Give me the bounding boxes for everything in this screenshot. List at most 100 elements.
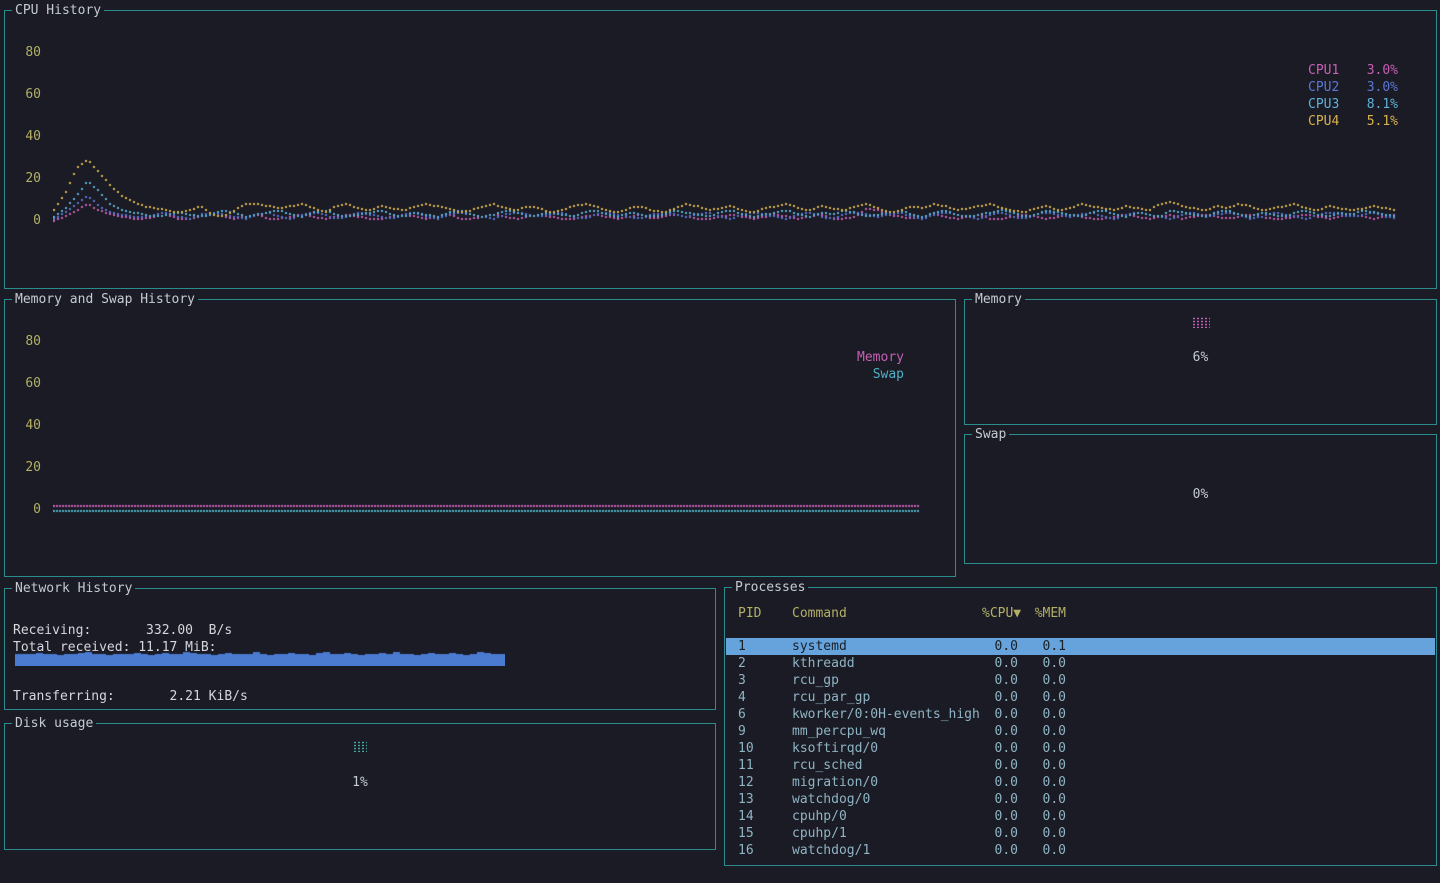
memory-swap-history-chart bbox=[53, 306, 920, 516]
legend-label: CPU4 bbox=[1308, 113, 1339, 130]
legend-memory: Memory bbox=[814, 349, 904, 366]
process-command: cpuhp/1 bbox=[792, 825, 982, 842]
disk-usage-percent: 1% bbox=[5, 774, 715, 791]
process-row[interactable]: 10ksoftirqd/00.00.0 bbox=[726, 740, 1435, 757]
process-cpu: 0.0 bbox=[982, 706, 1018, 723]
panel-title: Swap bbox=[972, 426, 1009, 443]
disk-usage-dots bbox=[353, 741, 367, 752]
process-cpu: 0.0 bbox=[982, 842, 1018, 859]
column-header-pid[interactable]: PID bbox=[738, 605, 792, 622]
process-cpu: 0.0 bbox=[982, 638, 1018, 655]
legend-label: Memory bbox=[857, 349, 904, 366]
memory-swap-history-panel: Memory and Swap History 80 60 40 20 0 Me… bbox=[4, 299, 956, 577]
process-row[interactable]: 4rcu_par_gp0.00.0 bbox=[726, 689, 1435, 706]
process-row[interactable]: 15cpuhp/10.00.0 bbox=[726, 825, 1435, 842]
process-command: systemd bbox=[792, 638, 982, 655]
disk-usage-panel: Disk usage 1% bbox=[4, 723, 716, 850]
process-mem: 0.0 bbox=[1018, 757, 1066, 774]
memory-usage-percent: 6% bbox=[965, 349, 1436, 366]
process-pid: 13 bbox=[738, 791, 792, 808]
legend-label: Swap bbox=[873, 366, 904, 383]
process-cpu: 0.0 bbox=[982, 740, 1018, 757]
legend-cpu2: CPU2 3.0% bbox=[1308, 79, 1398, 96]
y-tick: 0 bbox=[13, 501, 41, 518]
process-pid: 14 bbox=[738, 808, 792, 825]
panel-title: Memory bbox=[972, 291, 1025, 308]
y-tick: 80 bbox=[13, 333, 41, 350]
process-pid: 9 bbox=[738, 723, 792, 740]
legend-value: 8.1% bbox=[1367, 96, 1398, 113]
process-command: cpuhp/0 bbox=[792, 808, 982, 825]
panel-title: Network History bbox=[12, 580, 135, 597]
y-tick: 20 bbox=[13, 459, 41, 476]
process-command: kthreadd bbox=[792, 655, 982, 672]
process-mem: 0.0 bbox=[1018, 791, 1066, 808]
process-cpu: 0.0 bbox=[982, 672, 1018, 689]
process-cpu: 0.0 bbox=[982, 774, 1018, 791]
processes-panel: Processes PID Command %CPU▼ %MEM 1system… bbox=[724, 587, 1437, 866]
process-command: rcu_gp bbox=[792, 672, 982, 689]
process-cpu: 0.0 bbox=[982, 655, 1018, 672]
process-row[interactable]: 13watchdog/00.00.0 bbox=[726, 791, 1435, 808]
process-pid: 3 bbox=[738, 672, 792, 689]
memory-gauge-panel: Memory 6% bbox=[964, 299, 1437, 425]
network-sparkline bbox=[15, 650, 505, 666]
network-history-panel: Network History Receiving: 332.00 B/s To… bbox=[4, 588, 716, 710]
process-row[interactable]: 3rcu_gp0.00.0 bbox=[726, 672, 1435, 689]
legend-value: 3.0% bbox=[1367, 62, 1398, 79]
legend-swap: Swap bbox=[814, 366, 904, 383]
process-command: migration/0 bbox=[792, 774, 982, 791]
process-row[interactable]: 9mm_percpu_wq0.00.0 bbox=[726, 723, 1435, 740]
process-row[interactable]: 11rcu_sched0.00.0 bbox=[726, 757, 1435, 774]
legend-cpu1: CPU1 3.0% bbox=[1308, 62, 1398, 79]
process-cpu: 0.0 bbox=[982, 825, 1018, 842]
process-mem: 0.0 bbox=[1018, 774, 1066, 791]
process-mem: 0.0 bbox=[1018, 825, 1066, 842]
process-mem: 0.0 bbox=[1018, 655, 1066, 672]
process-row[interactable]: 16watchdog/10.00.0 bbox=[726, 842, 1435, 859]
process-pid: 2 bbox=[738, 655, 792, 672]
process-mem: 0.0 bbox=[1018, 842, 1066, 859]
memory-usage-dots bbox=[1192, 317, 1210, 328]
process-row[interactable]: 12migration/00.00.0 bbox=[726, 774, 1435, 791]
swap-usage-percent: 0% bbox=[965, 486, 1436, 503]
process-cpu: 0.0 bbox=[982, 757, 1018, 774]
process-command: mm_percpu_wq bbox=[792, 723, 982, 740]
y-tick: 60 bbox=[13, 86, 41, 103]
process-mem: 0.0 bbox=[1018, 808, 1066, 825]
receiving-rate: Receiving: 332.00 B/s bbox=[13, 622, 232, 639]
process-pid: 4 bbox=[738, 689, 792, 706]
transferring-rate: Transferring: 2.21 KiB/s bbox=[13, 688, 248, 705]
process-command: rcu_par_gp bbox=[792, 689, 982, 706]
cpu-history-panel: CPU History 80 60 40 20 0 CPU1 3.0% CPU2… bbox=[4, 10, 1437, 289]
swap-gauge-panel: Swap 0% bbox=[964, 434, 1437, 564]
column-header-cpu[interactable]: %CPU▼ bbox=[982, 605, 1018, 622]
process-row[interactable]: 6kworker/0:0H-events_high0.00.0 bbox=[726, 706, 1435, 723]
process-command: ksoftirqd/0 bbox=[792, 740, 982, 757]
column-header-mem[interactable]: %MEM bbox=[1018, 605, 1066, 622]
process-row-selected[interactable]: 1systemd0.00.1 bbox=[726, 638, 1435, 655]
y-tick: 20 bbox=[13, 170, 41, 187]
process-command: watchdog/0 bbox=[792, 791, 982, 808]
legend-cpu4: CPU4 5.1% bbox=[1308, 113, 1398, 130]
process-command: rcu_sched bbox=[792, 757, 982, 774]
memory-swap-legend: Memory Swap bbox=[814, 349, 904, 383]
process-pid: 15 bbox=[738, 825, 792, 842]
process-row[interactable]: 14cpuhp/00.00.0 bbox=[726, 808, 1435, 825]
cpu-history-chart bbox=[53, 17, 1398, 227]
panel-title: Disk usage bbox=[12, 715, 96, 732]
process-mem: 0.0 bbox=[1018, 740, 1066, 757]
y-tick: 60 bbox=[13, 375, 41, 392]
process-command: kworker/0:0H-events_high bbox=[792, 706, 982, 723]
process-cpu: 0.0 bbox=[982, 689, 1018, 706]
legend-label: CPU3 bbox=[1308, 96, 1339, 113]
process-cpu: 0.0 bbox=[982, 723, 1018, 740]
system-monitor-screen: CPU History 80 60 40 20 0 CPU1 3.0% CPU2… bbox=[0, 0, 1440, 883]
process-pid: 11 bbox=[738, 757, 792, 774]
process-pid: 16 bbox=[738, 842, 792, 859]
column-header-command[interactable]: Command bbox=[792, 605, 982, 622]
process-cpu: 0.0 bbox=[982, 808, 1018, 825]
legend-cpu3: CPU3 8.1% bbox=[1308, 96, 1398, 113]
y-tick: 40 bbox=[13, 417, 41, 434]
process-row[interactable]: 2kthreadd0.00.0 bbox=[726, 655, 1435, 672]
